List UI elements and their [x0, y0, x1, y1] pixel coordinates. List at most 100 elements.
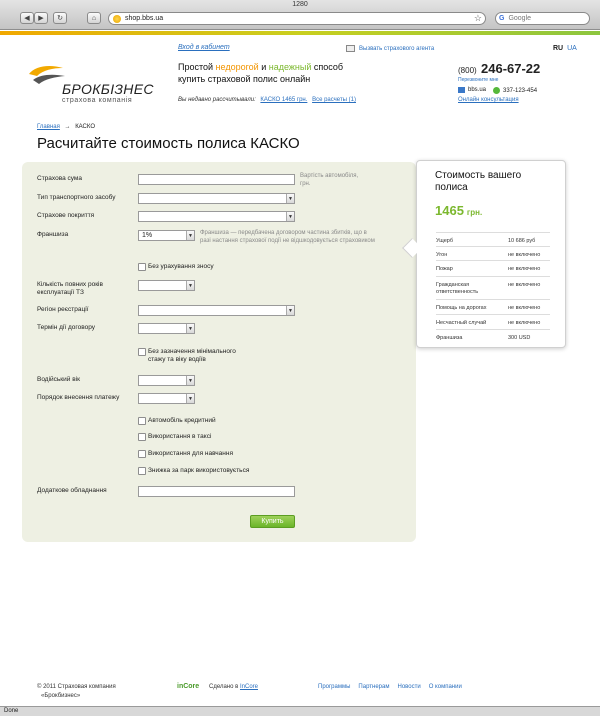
- incore-logo[interactable]: inCore: [177, 683, 199, 690]
- breadcrumb-home[interactable]: Главная: [37, 124, 60, 130]
- footer-link-partners[interactable]: Партнерам: [358, 684, 389, 690]
- coverage-select[interactable]: ▼: [138, 211, 295, 222]
- fleet-checkbox[interactable]: [138, 467, 146, 475]
- phone-code: (800): [458, 66, 477, 75]
- search-placeholder: Google: [508, 15, 532, 22]
- back-button[interactable]: ◀: [20, 12, 34, 24]
- taxi-label: Використання в таксі: [148, 433, 212, 440]
- payment-order-select[interactable]: ▼: [138, 393, 195, 404]
- price-row-value: 300 USD: [508, 335, 531, 341]
- recent-calculations: Вы недавно рассчитывали: КАСКО 1465 грн.…: [178, 97, 356, 103]
- footer-link-news[interactable]: Новости: [397, 684, 420, 690]
- lang-ru[interactable]: RU: [553, 45, 563, 52]
- region-select[interactable]: ▼: [138, 305, 295, 316]
- chevron-down-icon: ▼: [186, 281, 194, 290]
- buy-button[interactable]: Купить: [250, 515, 295, 528]
- skype-text: 337-123-454: [503, 87, 538, 94]
- online-consult-link[interactable]: Онлайн консультация: [458, 97, 519, 103]
- tagline-cheap: недорогой: [215, 62, 259, 72]
- tagline: Простой недорогой и надежный способ купи…: [178, 61, 343, 85]
- footer-link-about[interactable]: О компании: [429, 684, 462, 690]
- email-link[interactable]: bbs.ua: [458, 87, 486, 93]
- credit-label: Автомобіль кредитний: [148, 417, 216, 424]
- breadcrumb-separator: →: [64, 124, 71, 130]
- taxi-checkbox[interactable]: [138, 433, 146, 441]
- bookmark-star-icon[interactable]: ☆: [474, 13, 482, 24]
- recent-label: Вы недавно рассчитывали:: [178, 97, 256, 103]
- franchise-label: Франшиза: [37, 231, 69, 238]
- call-agent-link[interactable]: Вызвать страхового агента: [346, 45, 434, 52]
- franchise-select[interactable]: 1% ▼: [138, 230, 195, 241]
- recent-kasko-link[interactable]: КАСКО 1465 грн.: [260, 97, 307, 103]
- price-row-key: Пожар: [436, 266, 453, 272]
- call-agent-label: Вызвать страхового агента: [359, 45, 435, 52]
- price-row-key: Несчастный случай: [436, 320, 487, 326]
- price-row: Ущерб 10 686 руб: [436, 232, 550, 245]
- breadcrumb: Главная → КАСКО: [37, 124, 95, 130]
- tagline-part: способ: [311, 62, 344, 72]
- price-row: Помощь на дорогах не включено: [436, 299, 550, 312]
- logo-subtitle: страхова компанія: [62, 97, 133, 104]
- price-row: Гражданская ответственность не включено: [436, 276, 550, 296]
- printer-icon: [346, 45, 355, 52]
- reload-button[interactable]: ↻: [53, 12, 67, 24]
- training-label: Використання для навчання: [148, 450, 233, 457]
- google-icon: G: [499, 15, 505, 22]
- recent-all-link[interactable]: Все расчеты (1): [312, 97, 356, 103]
- sum-label: Страхова сума: [37, 175, 83, 182]
- back-arrow-icon: ◀: [24, 15, 30, 22]
- skype-link[interactable]: 337-123-454: [493, 87, 537, 94]
- favicon-icon: [113, 14, 121, 23]
- price-row-value: не включено: [508, 282, 541, 288]
- no-experience-label: Без зазначення мінімального стажу та вік…: [148, 348, 236, 363]
- address-bar[interactable]: shop.bbs.ua ☆: [108, 12, 486, 25]
- price-row: Пожар не включено: [436, 260, 550, 273]
- franchise-value: 1%: [142, 232, 153, 239]
- url-text: shop.bbs.ua: [125, 15, 164, 22]
- price-row-value: не включено: [508, 252, 541, 258]
- sum-input[interactable]: [138, 174, 295, 185]
- reload-icon: ↻: [57, 15, 63, 22]
- coverage-label: Страхове покриття: [37, 212, 95, 219]
- tagline-line2: купить страховой полис онлайн: [178, 74, 311, 84]
- credit-checkbox[interactable]: [138, 417, 146, 425]
- page-title: Расчитайте стоимость полиса КАСКО: [37, 135, 300, 152]
- callback-link[interactable]: Перезвоните мне: [458, 77, 498, 83]
- price-row-key: Угон: [436, 252, 448, 258]
- no-wear-label: Без урахування зносу: [148, 263, 214, 270]
- copyright-line1: © 2011 Страховая компания: [37, 684, 116, 690]
- price-row-value: не включено: [508, 266, 541, 272]
- made-by: Сделано в InCore: [209, 684, 258, 690]
- made-by-text: Сделано в: [209, 684, 240, 690]
- language-switcher: RU UA: [553, 45, 577, 52]
- driver-age-select[interactable]: ▼: [138, 375, 195, 386]
- years-label: Кількість повних років експлуатації ТЗ: [37, 281, 103, 296]
- price-row-key: Помощь на дорогах: [436, 305, 487, 311]
- logo-name[interactable]: БРОКБІЗНЕС: [62, 81, 154, 97]
- home-button[interactable]: ⌂: [87, 12, 101, 24]
- forward-button[interactable]: ▶: [34, 12, 48, 24]
- home-icon: ⌂: [91, 14, 97, 22]
- training-checkbox[interactable]: [138, 450, 146, 458]
- logo-swoosh-icon: [29, 66, 65, 84]
- price-row: Несчастный случай не включено: [436, 314, 550, 327]
- search-input[interactable]: G Google: [495, 12, 590, 25]
- tagline-part: Простой: [178, 62, 216, 72]
- footer-link-programs[interactable]: Программы: [318, 684, 350, 690]
- lang-ua[interactable]: UA: [567, 45, 577, 52]
- cabinet-link[interactable]: Вход в кабинет: [178, 44, 230, 51]
- no-wear-checkbox[interactable]: [138, 263, 146, 271]
- chevron-down-icon: ▼: [286, 194, 294, 203]
- price-amount: 1465: [435, 203, 464, 218]
- mail-icon: [458, 87, 465, 93]
- years-select[interactable]: ▼: [138, 280, 195, 291]
- forward-arrow-icon: ▶: [38, 15, 44, 22]
- no-experience-checkbox[interactable]: [138, 348, 146, 356]
- made-by-link[interactable]: InCore: [240, 684, 258, 690]
- price-row-value: 10 686 руб: [508, 238, 536, 244]
- term-select[interactable]: ▼: [138, 323, 195, 334]
- vehicle-type-select[interactable]: ▼: [138, 193, 295, 204]
- equipment-input[interactable]: [138, 486, 295, 497]
- chevron-down-icon: ▼: [186, 324, 194, 333]
- price-row-key: Гражданская ответственность: [436, 282, 479, 295]
